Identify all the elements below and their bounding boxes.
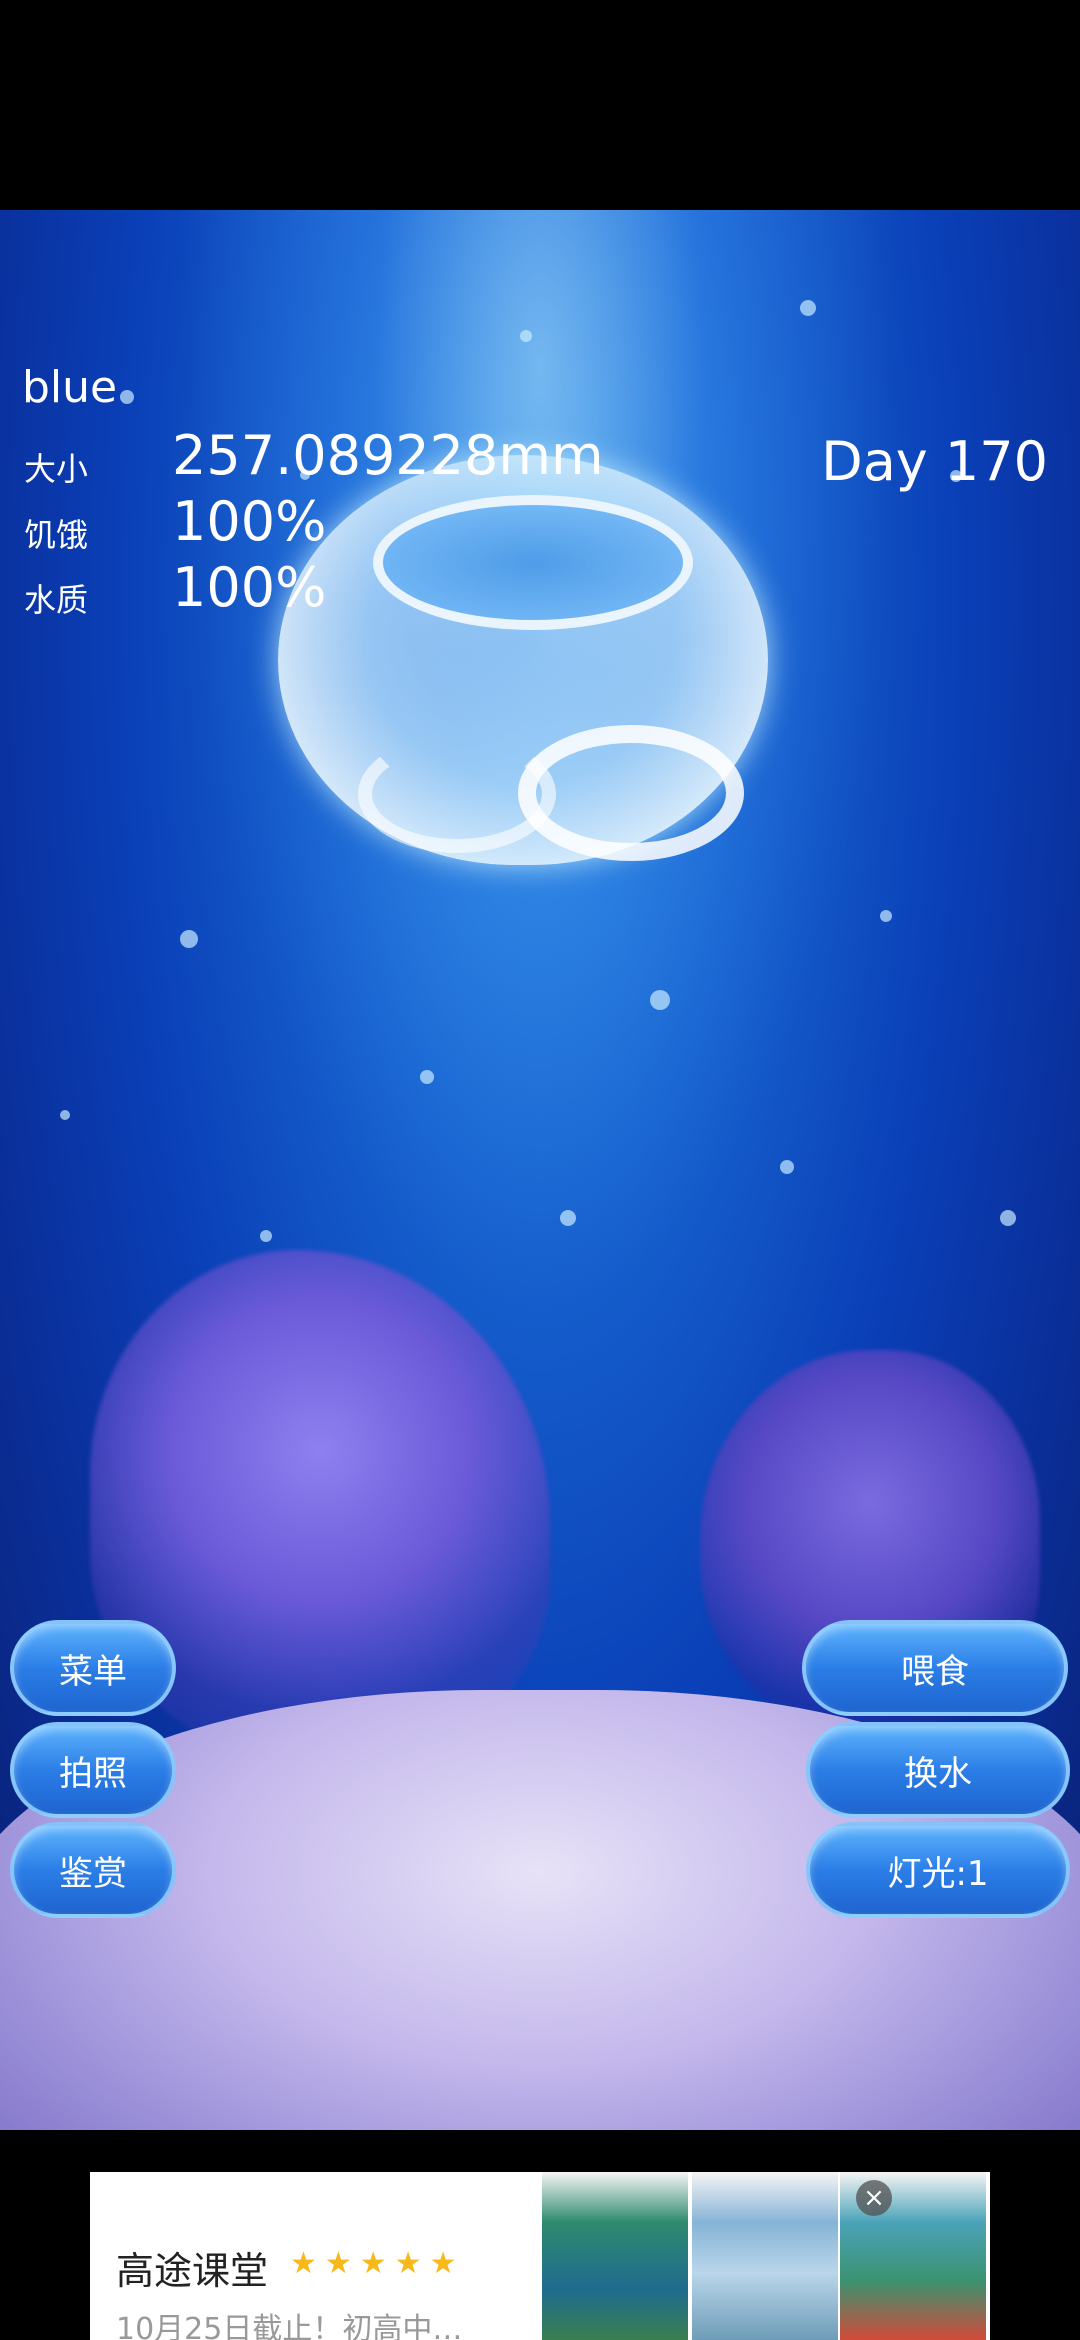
bubble (420, 1070, 434, 1084)
ad-thumbnail-image (542, 2172, 688, 2340)
light-button[interactable]: 灯光:1 (806, 1822, 1070, 1918)
close-icon[interactable]: × (856, 2180, 892, 2216)
water-quality-label: 水质 (24, 581, 89, 619)
day-counter: Day 170 (821, 430, 1048, 493)
change-water-button[interactable]: 换水 (806, 1722, 1070, 1818)
status-bar-area (0, 0, 1080, 210)
size-label: 大小 (24, 450, 89, 488)
photo-button[interactable]: 拍照 (10, 1722, 176, 1818)
ad-banner[interactable]: 高途课堂 ★★★★★ 10月25日截止！初高中… (90, 2172, 990, 2340)
jellyfish-rim (373, 495, 693, 630)
bubble (560, 1210, 576, 1226)
bubble (180, 930, 198, 948)
hunger-label: 饥饿 (24, 516, 89, 554)
jellyfish-name: blue (22, 362, 118, 413)
menu-button[interactable]: 菜单 (10, 1620, 176, 1716)
gallery-button[interactable]: 鉴赏 (10, 1822, 176, 1918)
bubble (260, 1230, 272, 1242)
bubble (520, 330, 532, 342)
water-quality-value: 100% (172, 556, 327, 619)
bubble (60, 1110, 70, 1120)
ad-subtitle: 10月25日截止！初高中… (116, 2312, 463, 2340)
bubble (1000, 1210, 1016, 1226)
feed-button[interactable]: 喂食 (802, 1620, 1068, 1716)
ad-rating-stars: ★★★★★ (290, 2246, 465, 2281)
jellyfish-gonad (358, 735, 556, 853)
bubble (650, 990, 670, 1010)
jellyfish[interactable] (278, 455, 768, 865)
bubble (780, 1160, 794, 1174)
bubble (880, 910, 892, 922)
size-value: 257.089228mm (172, 424, 604, 487)
ad-title: 高途课堂 (116, 2249, 269, 2293)
bubble (800, 300, 816, 316)
bubble (120, 390, 134, 404)
ad-thumbnail-image (692, 2172, 838, 2340)
hunger-value: 100% (172, 490, 327, 553)
